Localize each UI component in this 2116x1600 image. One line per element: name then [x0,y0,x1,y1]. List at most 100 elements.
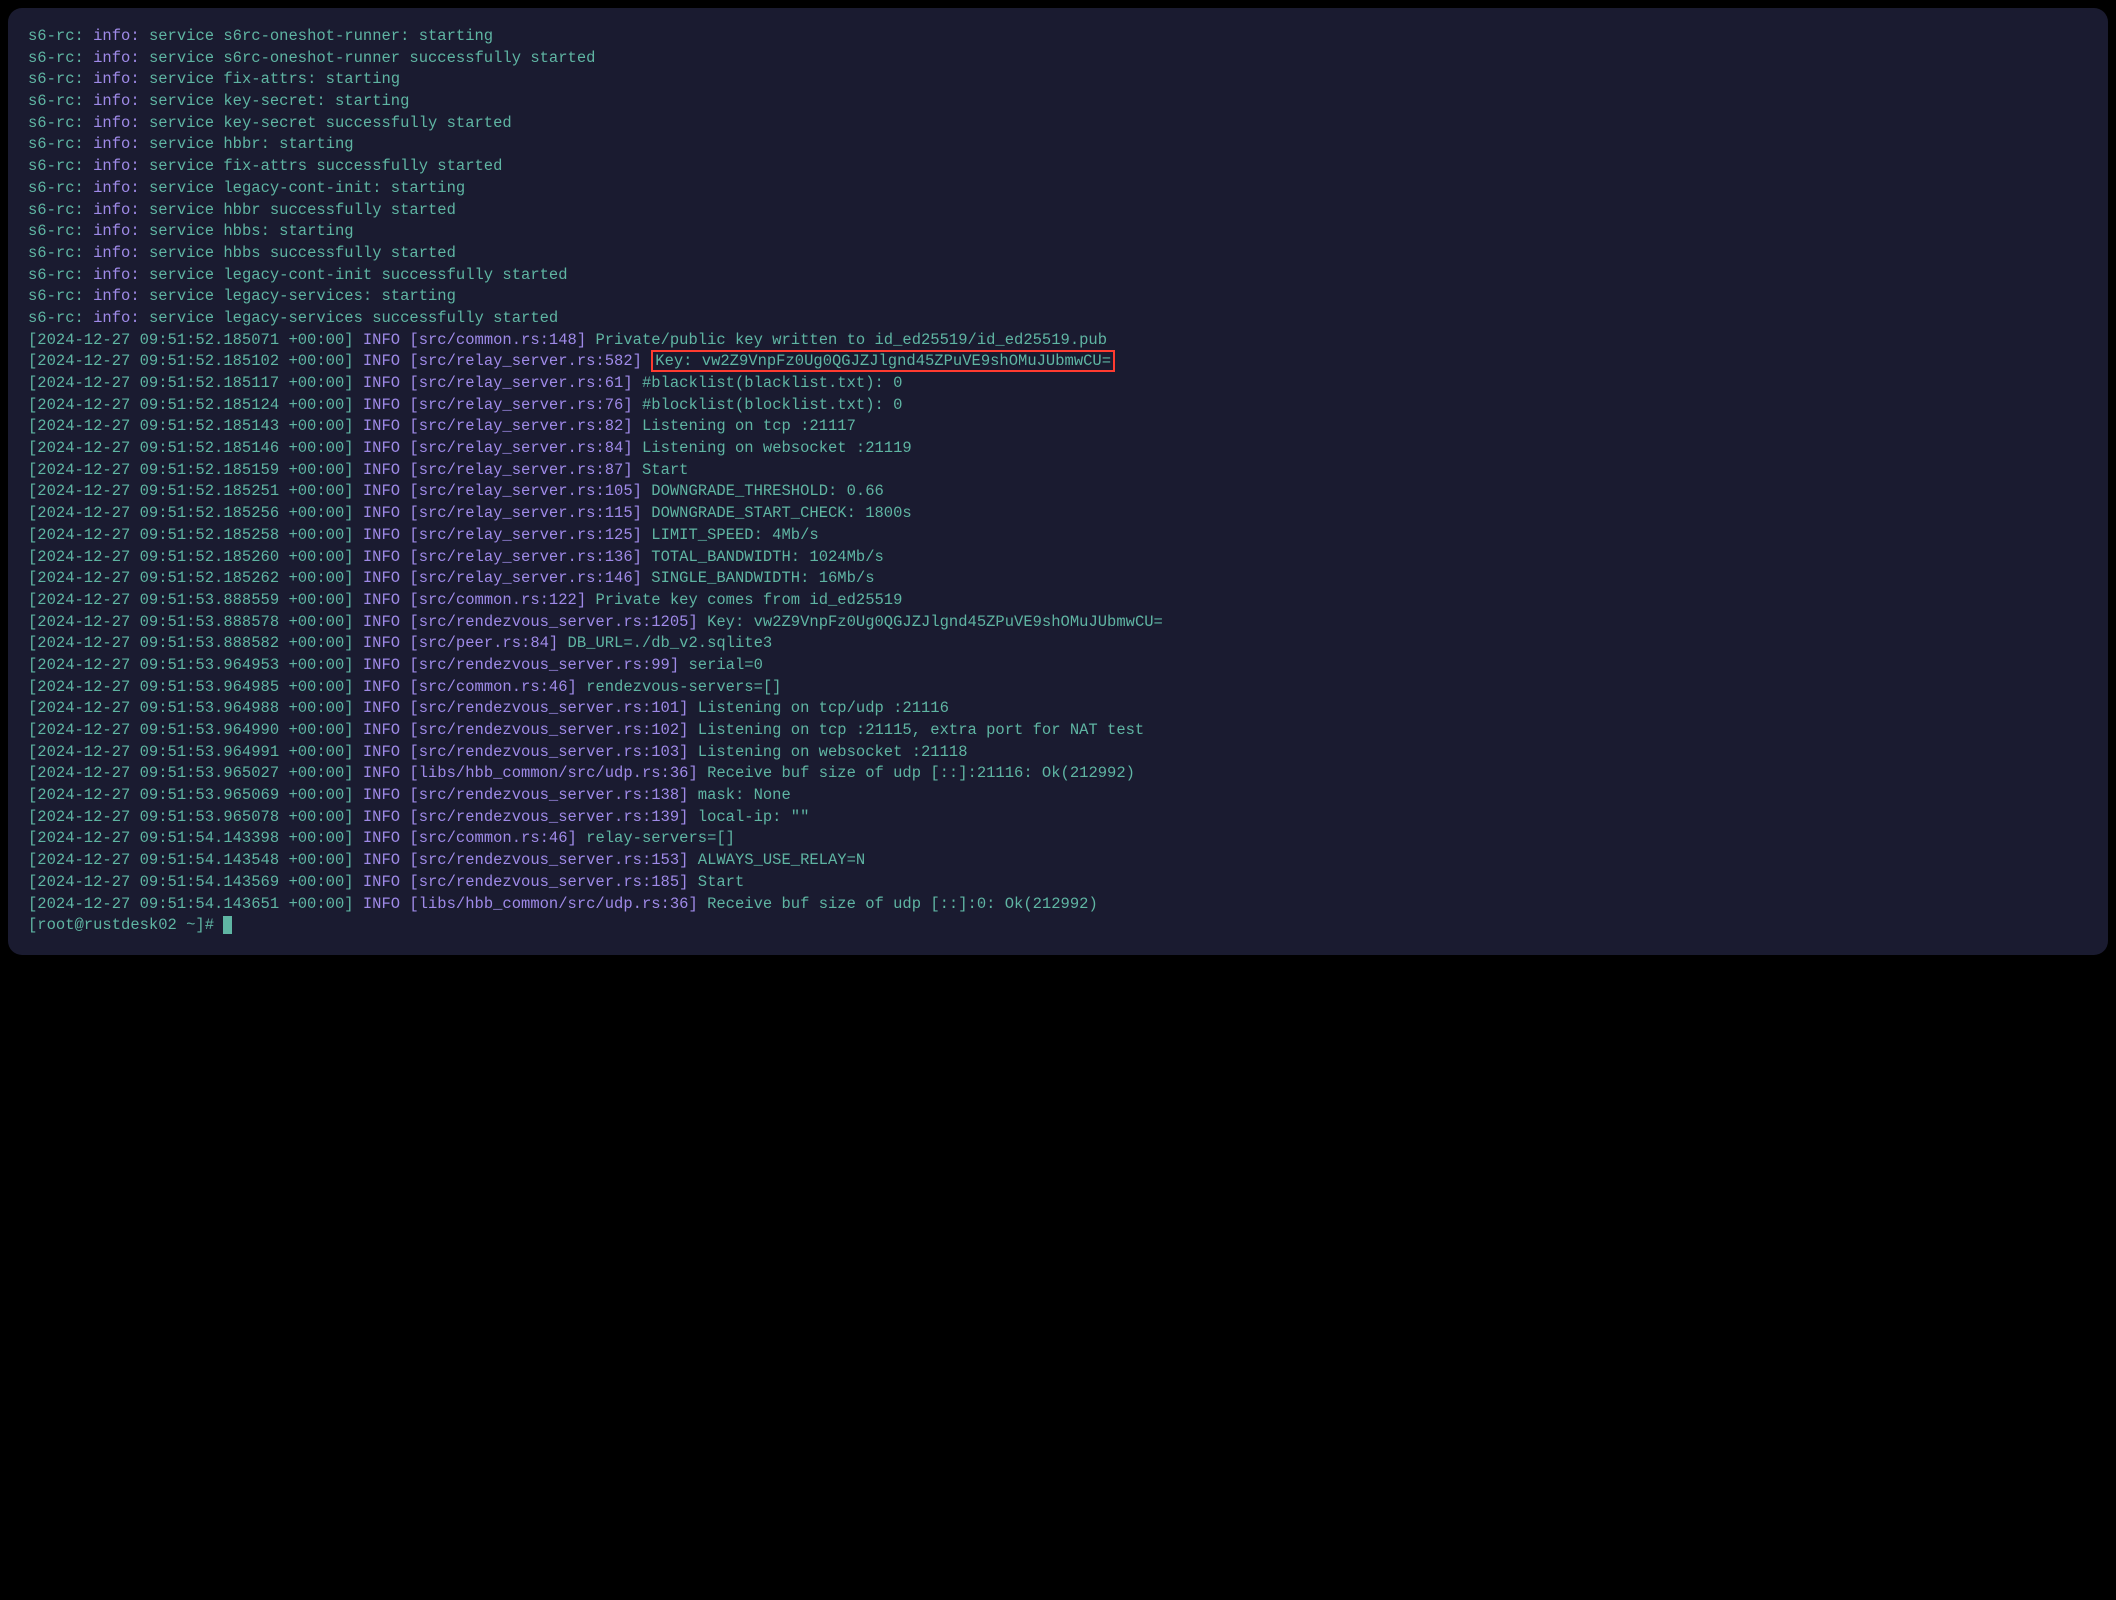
log-source: [src/relay_server.rs:87] [409,461,632,479]
log-timestamp: [2024-12-27 09:51:52.185117 +00:00] [28,374,354,392]
log-msg: DB_URL=./db_v2.sqlite3 [568,634,773,652]
log-level: INFO [363,786,400,804]
s6-log-line: s6-rc: info: service hbbs: starting [28,221,2088,243]
s6-msg: service s6rc-oneshot-runner: starting [149,27,493,45]
log-source: [src/rendezvous_server.rs:1205] [409,613,697,631]
log-level: INFO [363,656,400,674]
log-level: INFO [363,829,400,847]
log-line: [2024-12-27 09:51:54.143569 +00:00] INFO… [28,872,2088,894]
prompt-line[interactable]: [root@rustdesk02 ~]# [28,915,2088,937]
log-level: INFO [363,461,400,479]
s6-log-line: s6-rc: info: service key-secret successf… [28,113,2088,135]
log-timestamp: [2024-12-27 09:51:53.965027 +00:00] [28,764,354,782]
log-level: INFO [363,439,400,457]
s6-log-line: s6-rc: info: service fix-attrs successfu… [28,156,2088,178]
log-source: [src/rendezvous_server.rs:101] [409,699,688,717]
s6-level: info: [93,222,140,240]
log-msg: DOWNGRADE_START_CHECK: 1800s [651,504,911,522]
log-line: [2024-12-27 09:51:53.964988 +00:00] INFO… [28,698,2088,720]
s6-prefix: s6-rc: [28,266,84,284]
log-msg: Start [642,461,689,479]
log-timestamp: [2024-12-27 09:51:53.888578 +00:00] [28,613,354,631]
log-timestamp: [2024-12-27 09:51:52.185262 +00:00] [28,569,354,587]
terminal-window[interactable]: s6-rc: info: service s6rc-oneshot-runner… [8,8,2108,955]
log-level: INFO [363,569,400,587]
log-msg: Listening on websocket :21119 [642,439,912,457]
log-line: [2024-12-27 09:51:52.185117 +00:00] INFO… [28,373,2088,395]
log-level: INFO [363,895,400,913]
s6-level: info: [93,49,140,67]
log-line: [2024-12-27 09:51:52.185124 +00:00] INFO… [28,395,2088,417]
log-source: [src/relay_server.rs:146] [409,569,642,587]
log-source: [src/common.rs:46] [409,678,576,696]
s6-prefix: s6-rc: [28,135,84,153]
s6-prefix: s6-rc: [28,157,84,175]
s6-msg: service legacy-services: starting [149,287,456,305]
log-timestamp: [2024-12-27 09:51:53.964990 +00:00] [28,721,354,739]
s6-level: info: [93,179,140,197]
s6-level: info: [93,114,140,132]
s6-log-line: s6-rc: info: service hbbr: starting [28,134,2088,156]
log-source: [src/rendezvous_server.rs:103] [409,743,688,761]
log-source: [src/relay_server.rs:82] [409,417,632,435]
log-line: [2024-12-27 09:51:52.185146 +00:00] INFO… [28,438,2088,460]
s6-level: info: [93,27,140,45]
log-msg: ALWAYS_USE_RELAY=N [698,851,865,869]
log-msg: Listening on tcp/udp :21116 [698,699,949,717]
log-level: INFO [363,482,400,500]
s6-log-line: s6-rc: info: service s6rc-oneshot-runner… [28,48,2088,70]
log-msg: #blocklist(blocklist.txt): 0 [642,396,902,414]
log-msg: local-ip: "" [698,808,810,826]
s6-level: info: [93,287,140,305]
log-msg: TOTAL_BANDWIDTH: 1024Mb/s [651,548,884,566]
log-line: [2024-12-27 09:51:52.185258 +00:00] INFO… [28,525,2088,547]
s6-log-line: s6-rc: info: service s6rc-oneshot-runner… [28,26,2088,48]
s6-level: info: [93,266,140,284]
log-msg: Private/public key written to id_ed25519… [595,331,1107,349]
log-msg: mask: None [698,786,791,804]
log-timestamp: [2024-12-27 09:51:53.964991 +00:00] [28,743,354,761]
log-timestamp: [2024-12-27 09:51:52.185256 +00:00] [28,504,354,522]
cursor-icon [223,916,232,934]
log-line: [2024-12-27 09:51:52.185071 +00:00] INFO… [28,330,2088,352]
log-timestamp: [2024-12-27 09:51:53.965069 +00:00] [28,786,354,804]
log-msg: DOWNGRADE_THRESHOLD: 0.66 [651,482,884,500]
s6-msg: service legacy-cont-init successfully st… [149,266,568,284]
s6-prefix: s6-rc: [28,287,84,305]
log-source: [src/common.rs:148] [409,331,586,349]
log-msg: Start [698,873,745,891]
log-timestamp: [2024-12-27 09:51:53.888559 +00:00] [28,591,354,609]
log-source: [src/rendezvous_server.rs:138] [409,786,688,804]
log-level: INFO [363,417,400,435]
log-level: INFO [363,504,400,522]
s6-log-line: s6-rc: info: service legacy-cont-init su… [28,265,2088,287]
log-level: INFO [363,396,400,414]
log-line: [2024-12-27 09:51:53.964953 +00:00] INFO… [28,655,2088,677]
log-level: INFO [363,808,400,826]
log-source: [src/relay_server.rs:136] [409,548,642,566]
log-timestamp: [2024-12-27 09:51:52.185124 +00:00] [28,396,354,414]
log-source: [libs/hbb_common/src/udp.rs:36] [409,764,697,782]
s6-prefix: s6-rc: [28,70,84,88]
s6-level: info: [93,92,140,110]
log-line: [2024-12-27 09:51:53.888578 +00:00] INFO… [28,612,2088,634]
log-msg: Key: vw2Z9VnpFz0Ug0QGJZJlgnd45ZPuVE9shOM… [655,352,1111,370]
log-timestamp: [2024-12-27 09:51:53.964985 +00:00] [28,678,354,696]
log-source: [src/relay_server.rs:115] [409,504,642,522]
s6-prefix: s6-rc: [28,114,84,132]
log-source: [src/rendezvous_server.rs:185] [409,873,688,891]
log-source: [src/rendezvous_server.rs:153] [409,851,688,869]
log-line: [2024-12-27 09:51:52.185262 +00:00] INFO… [28,568,2088,590]
log-timestamp: [2024-12-27 09:51:52.185260 +00:00] [28,548,354,566]
log-level: INFO [363,721,400,739]
s6-log-line: s6-rc: info: service legacy-cont-init: s… [28,178,2088,200]
log-msg: Listening on tcp :21115, extra port for … [698,721,1144,739]
log-timestamp: [2024-12-27 09:51:52.185159 +00:00] [28,461,354,479]
log-timestamp: [2024-12-27 09:51:52.185071 +00:00] [28,331,354,349]
log-source: [src/rendezvous_server.rs:102] [409,721,688,739]
log-timestamp: [2024-12-27 09:51:53.888582 +00:00] [28,634,354,652]
log-line: [2024-12-27 09:51:53.965069 +00:00] INFO… [28,785,2088,807]
s6-prefix: s6-rc: [28,309,84,327]
log-line: [2024-12-27 09:51:52.185143 +00:00] INFO… [28,416,2088,438]
s6-msg: service hbbs successfully started [149,244,456,262]
